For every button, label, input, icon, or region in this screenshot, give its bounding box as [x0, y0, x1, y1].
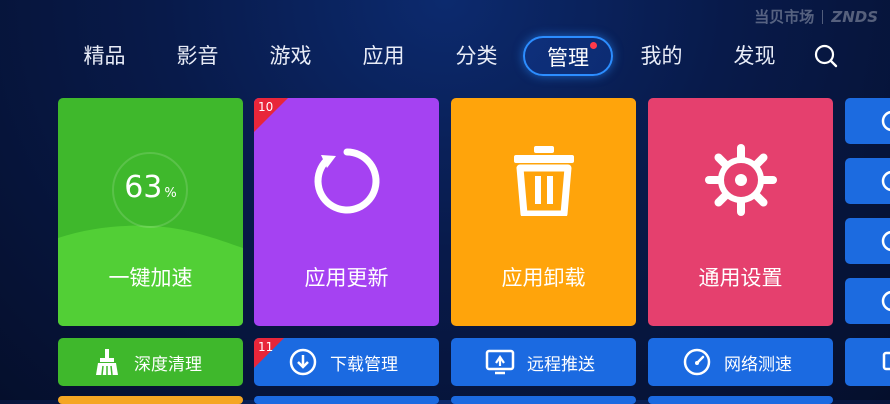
- side-tile-3[interactable]: [845, 218, 890, 264]
- notification-dot: [590, 42, 597, 49]
- search-icon: [814, 44, 838, 68]
- speed-value: 63: [124, 170, 163, 205]
- refresh-icon: [314, 148, 380, 214]
- tile-remote-push[interactable]: 远程推送: [451, 338, 636, 386]
- nav-tab-featured[interactable]: 精品: [58, 36, 151, 76]
- download-count: 11: [258, 340, 274, 354]
- broom-icon: [92, 347, 122, 377]
- tile-deep-clean-label: 深度清理: [134, 354, 202, 375]
- tile-app-update-label: 应用更新: [304, 266, 389, 290]
- download-icon: [288, 347, 318, 377]
- next-row-tile-1[interactable]: [58, 396, 243, 404]
- next-row-tile-4[interactable]: [648, 396, 833, 404]
- speed-percentage: 63%: [58, 170, 243, 205]
- tile-download-manager-label: 下载管理: [330, 354, 398, 375]
- speedometer-icon: [682, 347, 712, 377]
- nav-tab-mine[interactable]: 我的: [615, 36, 708, 76]
- side-tile-4-icon: [881, 290, 890, 312]
- search-button[interactable]: [801, 36, 851, 76]
- nav-tab-media[interactable]: 影音: [151, 36, 244, 76]
- remote-screen-icon: [485, 347, 515, 377]
- side-tile-2[interactable]: [845, 158, 890, 204]
- side-tile-2-icon: [881, 170, 890, 192]
- gear-icon: [705, 144, 777, 216]
- side-tile-1-icon: [881, 110, 890, 132]
- tile-speed-boost[interactable]: 63% 一键加速: [58, 98, 243, 326]
- tile-general-settings[interactable]: 通用设置: [648, 98, 833, 326]
- side-tile-1[interactable]: [845, 98, 890, 144]
- brand-separator: [822, 9, 824, 24]
- side-tile-3-icon: [881, 230, 890, 252]
- tile-app-uninstall[interactable]: 应用卸载: [451, 98, 636, 326]
- tile-speed-boost-label: 一键加速: [108, 266, 193, 290]
- nav-tab-apps[interactable]: 应用: [337, 36, 430, 76]
- update-count: 10: [258, 100, 274, 114]
- next-row-tile-3[interactable]: [451, 396, 636, 404]
- tile-app-update[interactable]: 10 应用更新: [254, 98, 439, 326]
- side-tile-5[interactable]: [845, 338, 890, 386]
- tile-general-settings-label: 通用设置: [698, 266, 783, 290]
- tile-deep-clean[interactable]: 深度清理: [58, 338, 243, 386]
- brand-en: ZNDS: [831, 7, 878, 26]
- tile-app-uninstall-label: 应用卸载: [501, 266, 586, 290]
- nav-tab-manage[interactable]: 管理: [523, 36, 613, 76]
- tile-remote-push-label: 远程推送: [527, 354, 595, 375]
- tile-network-speed-test-label: 网络测速: [724, 354, 792, 375]
- speed-unit: %: [164, 186, 177, 201]
- top-nav: 精品 影音 游戏 应用 分类 管理 我的 发现: [58, 36, 851, 76]
- tile-download-manager[interactable]: 11 下载管理: [254, 338, 439, 386]
- next-row-tile-2[interactable]: [254, 396, 439, 404]
- nav-tab-manage-label: 管理: [547, 46, 589, 70]
- trash-icon: [514, 146, 574, 216]
- side-tile-5-icon: [882, 351, 890, 371]
- side-tile-4[interactable]: [845, 278, 890, 324]
- brand-watermark: 当贝市场 ZNDS: [754, 6, 878, 27]
- tile-network-speed-test[interactable]: 网络测速: [648, 338, 833, 386]
- nav-tab-discover[interactable]: 发现: [708, 36, 801, 76]
- nav-tab-categories[interactable]: 分类: [430, 36, 523, 76]
- nav-tab-games[interactable]: 游戏: [244, 36, 337, 76]
- brand-cn: 当贝市场: [754, 8, 815, 26]
